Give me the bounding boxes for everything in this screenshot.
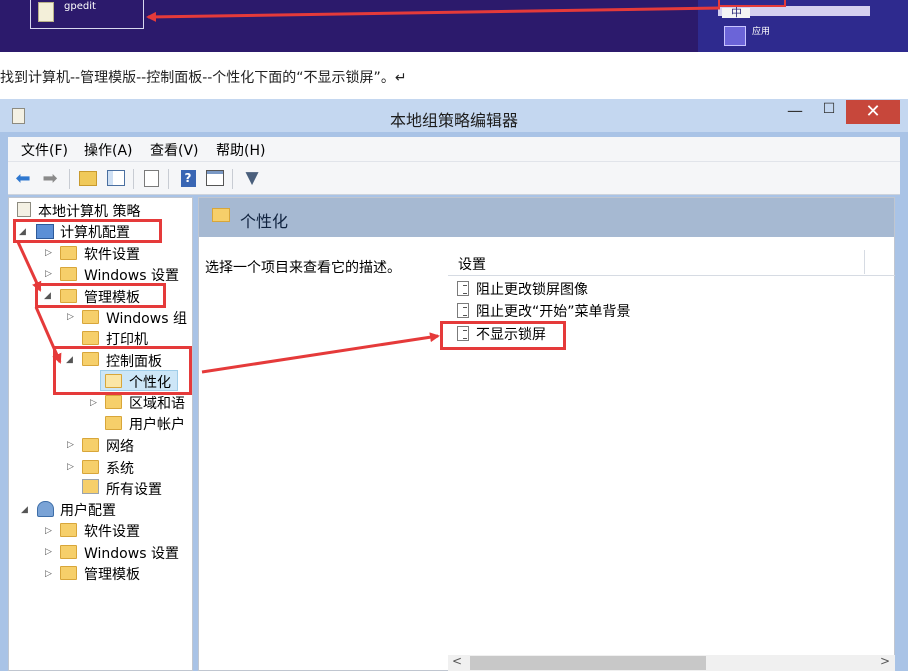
arrow-to-setting xyxy=(201,332,440,374)
arrow-admin-to-control xyxy=(34,306,62,364)
arrow-computer-to-admin xyxy=(16,241,42,292)
annotation-arrows xyxy=(16,6,721,374)
arrow-to-gpedit xyxy=(146,6,721,22)
